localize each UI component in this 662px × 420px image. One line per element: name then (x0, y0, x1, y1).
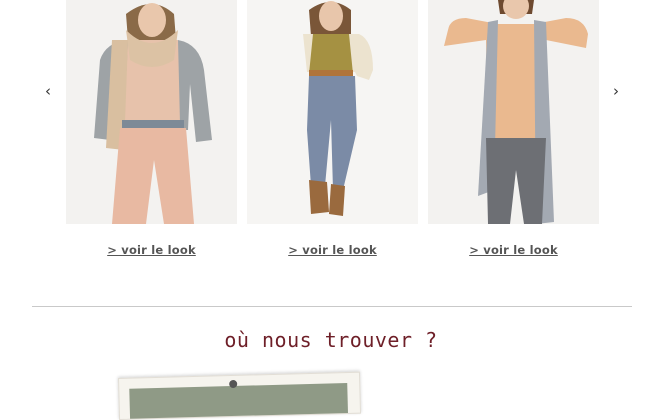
look-photo-2[interactable] (247, 0, 418, 224)
look-link-1[interactable]: > voir le look (66, 243, 237, 257)
carousel-next-button[interactable]: › (606, 80, 626, 102)
store-map-image[interactable] (118, 371, 362, 420)
look-link-2[interactable]: > voir le look (247, 243, 418, 257)
carousel-prev-button[interactable]: ‹ (38, 80, 58, 102)
model-photo-3 (428, 0, 599, 224)
map-preview (129, 383, 348, 419)
chevron-left-icon: ‹ (45, 82, 51, 100)
store-locator-title: où nous trouver ? (224, 328, 438, 352)
model-photo-2 (247, 0, 418, 224)
model-photo-1 (66, 0, 237, 224)
look-photo-1[interactable] (66, 0, 237, 224)
section-divider (32, 306, 632, 307)
look-carousel: ‹ > voir le look > voir le look > voir l… (0, 0, 662, 270)
chevron-right-icon: › (613, 82, 619, 100)
look-link-3[interactable]: > voir le look (428, 243, 599, 257)
look-photo-3[interactable] (428, 0, 599, 224)
